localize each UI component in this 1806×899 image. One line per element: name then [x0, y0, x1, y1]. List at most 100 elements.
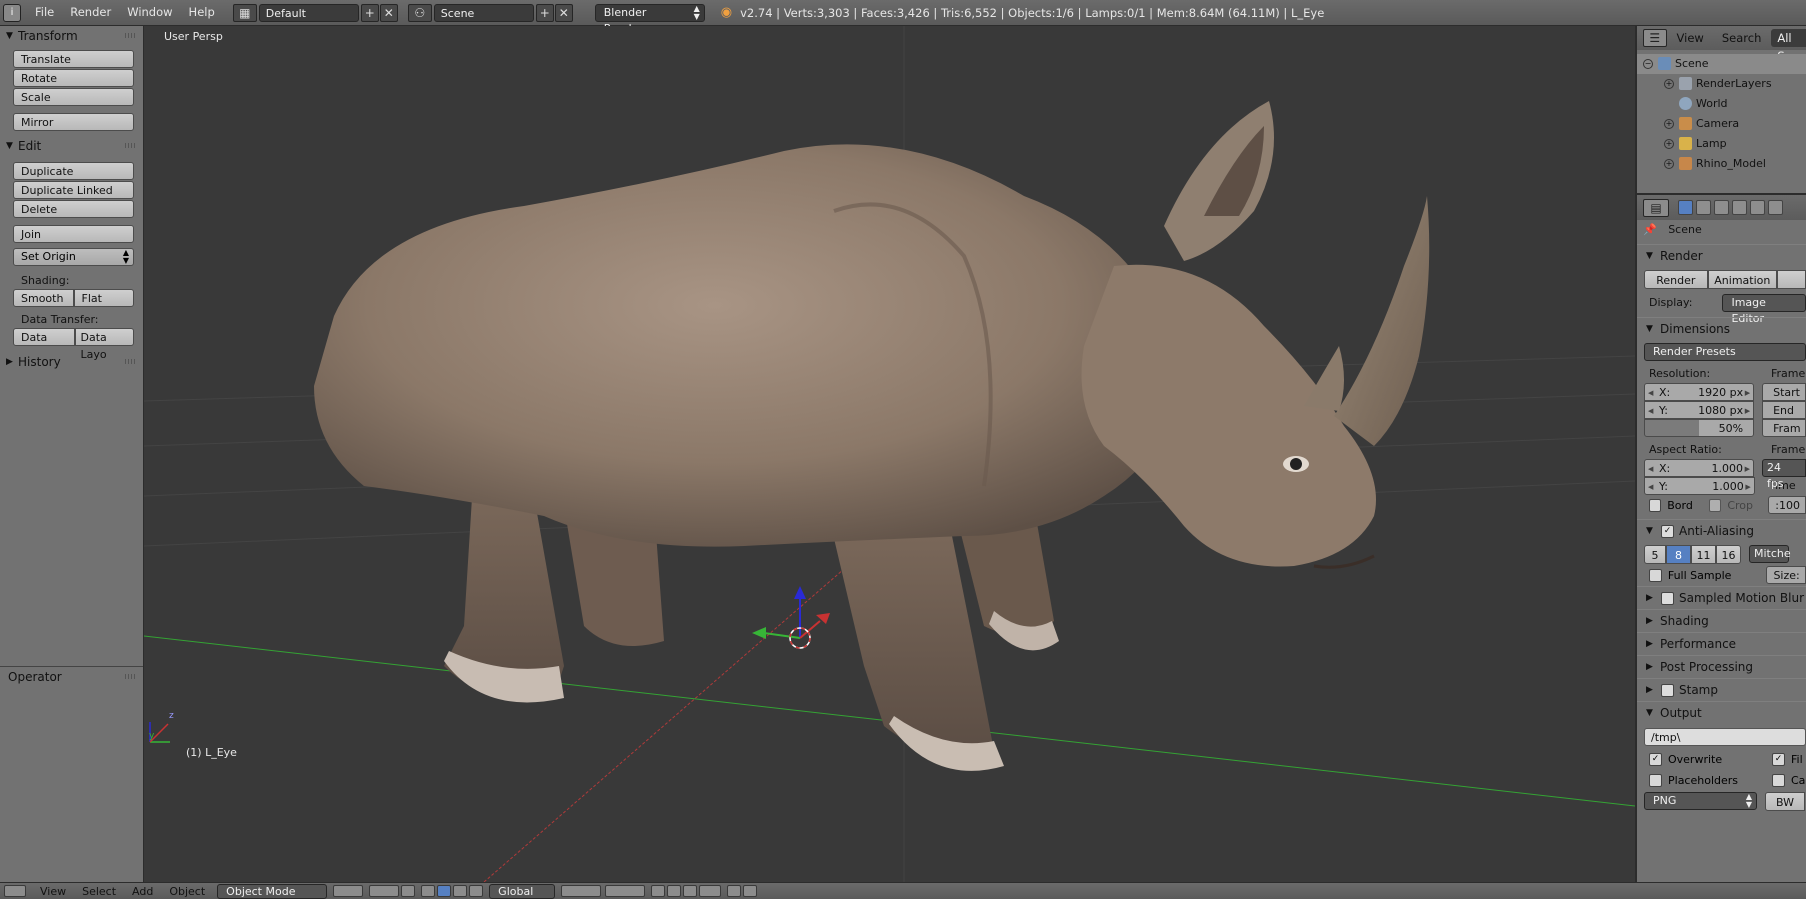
- render-animation-icon[interactable]: [743, 885, 758, 897]
- aspect-y-field[interactable]: ◀ Y: 1.000 ▶: [1644, 477, 1755, 495]
- render-panel-header[interactable]: ▼ Render: [1637, 244, 1806, 267]
- scale-button[interactable]: Scale: [13, 88, 134, 106]
- aa-filter-select[interactable]: Mitche: [1749, 545, 1791, 563]
- viewport-shading-icon[interactable]: [333, 885, 364, 897]
- mirror-button[interactable]: Mirror: [13, 113, 134, 131]
- frame-start-field[interactable]: Start: [1762, 383, 1806, 401]
- display-select[interactable]: Image Editor: [1722, 294, 1806, 325]
- aa-samples-11[interactable]: 11: [1691, 545, 1716, 564]
- delete-button[interactable]: Delete: [13, 200, 134, 218]
- scene-field[interactable]: Scene: [433, 3, 534, 22]
- menu-window[interactable]: Window: [119, 0, 180, 25]
- outliner-item-lamp[interactable]: + Lamp: [1637, 134, 1806, 154]
- flat-button[interactable]: Flat: [73, 289, 134, 307]
- shading-panel-header[interactable]: ▶ Shading: [1637, 609, 1806, 632]
- file-extensions-checkbox[interactable]: ✓: [1772, 753, 1785, 766]
- motion-blur-checkbox[interactable]: [1661, 592, 1674, 605]
- border-checkbox[interactable]: [1649, 498, 1662, 512]
- outliner-item-renderlayers[interactable]: + RenderLayers: [1637, 74, 1806, 94]
- translate-button[interactable]: Translate: [13, 50, 134, 68]
- data-button[interactable]: Data: [13, 328, 75, 346]
- rotate-manipulator-icon[interactable]: [437, 885, 452, 897]
- lock-camera-icon[interactable]: [651, 885, 666, 897]
- frame-step-field[interactable]: Fram: [1762, 419, 1806, 437]
- constraints-context-icon[interactable]: [1768, 200, 1783, 215]
- grip-icon[interactable]: [125, 33, 135, 38]
- aspect-x-field[interactable]: ◀ X: 1.000 ▶: [1644, 459, 1754, 477]
- resolution-percentage-slider[interactable]: 50%: [1644, 419, 1755, 437]
- audio-button[interactable]: [1777, 270, 1806, 289]
- resolution-x-field[interactable]: ◀ X: 1920 px ▶: [1644, 383, 1755, 401]
- grip-icon[interactable]: [125, 359, 135, 364]
- expand-icon[interactable]: +: [1664, 119, 1674, 129]
- rhino-model[interactable]: [314, 101, 1430, 771]
- anti-aliasing-checkbox[interactable]: ✓: [1661, 525, 1674, 538]
- render-presets-select[interactable]: Render Presets: [1644, 343, 1806, 361]
- render-layers-context-icon[interactable]: [1696, 200, 1711, 215]
- world-context-icon[interactable]: [1732, 200, 1747, 215]
- snap-icon[interactable]: [683, 885, 698, 897]
- aa-samples-5[interactable]: 5: [1644, 545, 1666, 564]
- outliner-editor-icon[interactable]: ☰: [1643, 29, 1667, 47]
- output-path-field[interactable]: /tmp\: [1644, 728, 1806, 746]
- screen-layout-field[interactable]: Default: [258, 3, 359, 22]
- sampled-motion-blur-header[interactable]: ▶ Sampled Motion Blur: [1637, 586, 1806, 609]
- aa-samples-16[interactable]: 16: [1716, 545, 1741, 564]
- history-panel-header[interactable]: ▶ History: [0, 352, 143, 372]
- join-button[interactable]: Join: [13, 225, 134, 243]
- fps-select[interactable]: 24 fps: [1761, 459, 1806, 490]
- collapse-icon[interactable]: −: [1643, 59, 1653, 69]
- orientation-select[interactable]: Global: [489, 883, 556, 899]
- overwrite-checkbox[interactable]: ✓: [1649, 753, 1662, 766]
- performance-panel-header[interactable]: ▶ Performance: [1637, 632, 1806, 655]
- color-mode-bw-button[interactable]: BW: [1765, 792, 1805, 811]
- screen-layout-icon[interactable]: ▦: [232, 3, 257, 22]
- render-context-icon[interactable]: [1678, 200, 1693, 215]
- 3d-viewport[interactable]: User Persp (1) L_Eye y z: [144, 26, 1635, 882]
- outliner-filter-select[interactable]: All S: [1771, 29, 1806, 63]
- filter-size-field[interactable]: Size:: [1766, 566, 1806, 584]
- menu-help[interactable]: Help: [181, 0, 223, 25]
- scale-manipulator-icon[interactable]: [453, 885, 468, 897]
- smooth-button[interactable]: Smooth: [13, 289, 74, 307]
- duplicate-linked-button[interactable]: Duplicate Linked: [13, 181, 134, 199]
- duplicate-button[interactable]: Duplicate: [13, 162, 134, 180]
- operator-panel-header[interactable]: Operator: [0, 667, 143, 687]
- layers-grid-2-icon[interactable]: [605, 885, 646, 897]
- add-menu[interactable]: Add: [124, 885, 161, 898]
- outliner-item-world[interactable]: World: [1637, 94, 1806, 114]
- frame-end-field[interactable]: End: [1762, 401, 1806, 419]
- grip-icon[interactable]: [125, 143, 135, 148]
- stamp-checkbox[interactable]: [1661, 684, 1674, 697]
- outliner-item-rhino-model[interactable]: + Rhino_Model: [1637, 154, 1806, 174]
- expand-icon[interactable]: +: [1664, 79, 1674, 89]
- expand-icon[interactable]: +: [1664, 139, 1674, 149]
- snap-element-icon[interactable]: [699, 885, 722, 897]
- render-still-icon[interactable]: [727, 885, 742, 897]
- manipulator-toggle-icon[interactable]: [401, 885, 416, 897]
- output-panel-header[interactable]: ▼ Output: [1637, 701, 1806, 724]
- add-scene-button[interactable]: +: [535, 3, 554, 22]
- outliner-view-menu[interactable]: View: [1677, 31, 1704, 45]
- object-menu[interactable]: Object: [161, 885, 213, 898]
- object-context-icon[interactable]: [1750, 200, 1765, 215]
- stamp-panel-header[interactable]: ▶ Stamp: [1637, 678, 1806, 701]
- translate-manipulator-icon[interactable]: [421, 885, 436, 897]
- time-remap-field[interactable]: :100: [1768, 496, 1806, 514]
- full-sample-checkbox[interactable]: [1649, 568, 1662, 582]
- outliner-search-menu[interactable]: Search: [1722, 31, 1762, 45]
- anti-aliasing-panel-header[interactable]: ▼ ✓ Anti-Aliasing: [1637, 519, 1806, 542]
- grip-icon[interactable]: [125, 674, 135, 679]
- info-editor-icon[interactable]: i: [3, 3, 21, 22]
- expand-icon[interactable]: +: [1664, 159, 1674, 169]
- add-screen-button[interactable]: +: [360, 3, 379, 22]
- delete-scene-button[interactable]: ✕: [554, 3, 573, 22]
- post-processing-panel-header[interactable]: ▶ Post Processing: [1637, 655, 1806, 678]
- set-origin-select[interactable]: Set Origin ▲ ▼: [13, 248, 134, 266]
- crop-checkbox[interactable]: [1709, 498, 1722, 512]
- aa-samples-8[interactable]: 8: [1666, 545, 1691, 564]
- proportional-editing-icon[interactable]: [667, 885, 682, 897]
- dimensions-panel-header[interactable]: ▼ Dimensions: [1637, 317, 1806, 340]
- render-button[interactable]: Render: [1644, 270, 1708, 289]
- properties-editor-icon[interactable]: ▤: [1643, 198, 1669, 217]
